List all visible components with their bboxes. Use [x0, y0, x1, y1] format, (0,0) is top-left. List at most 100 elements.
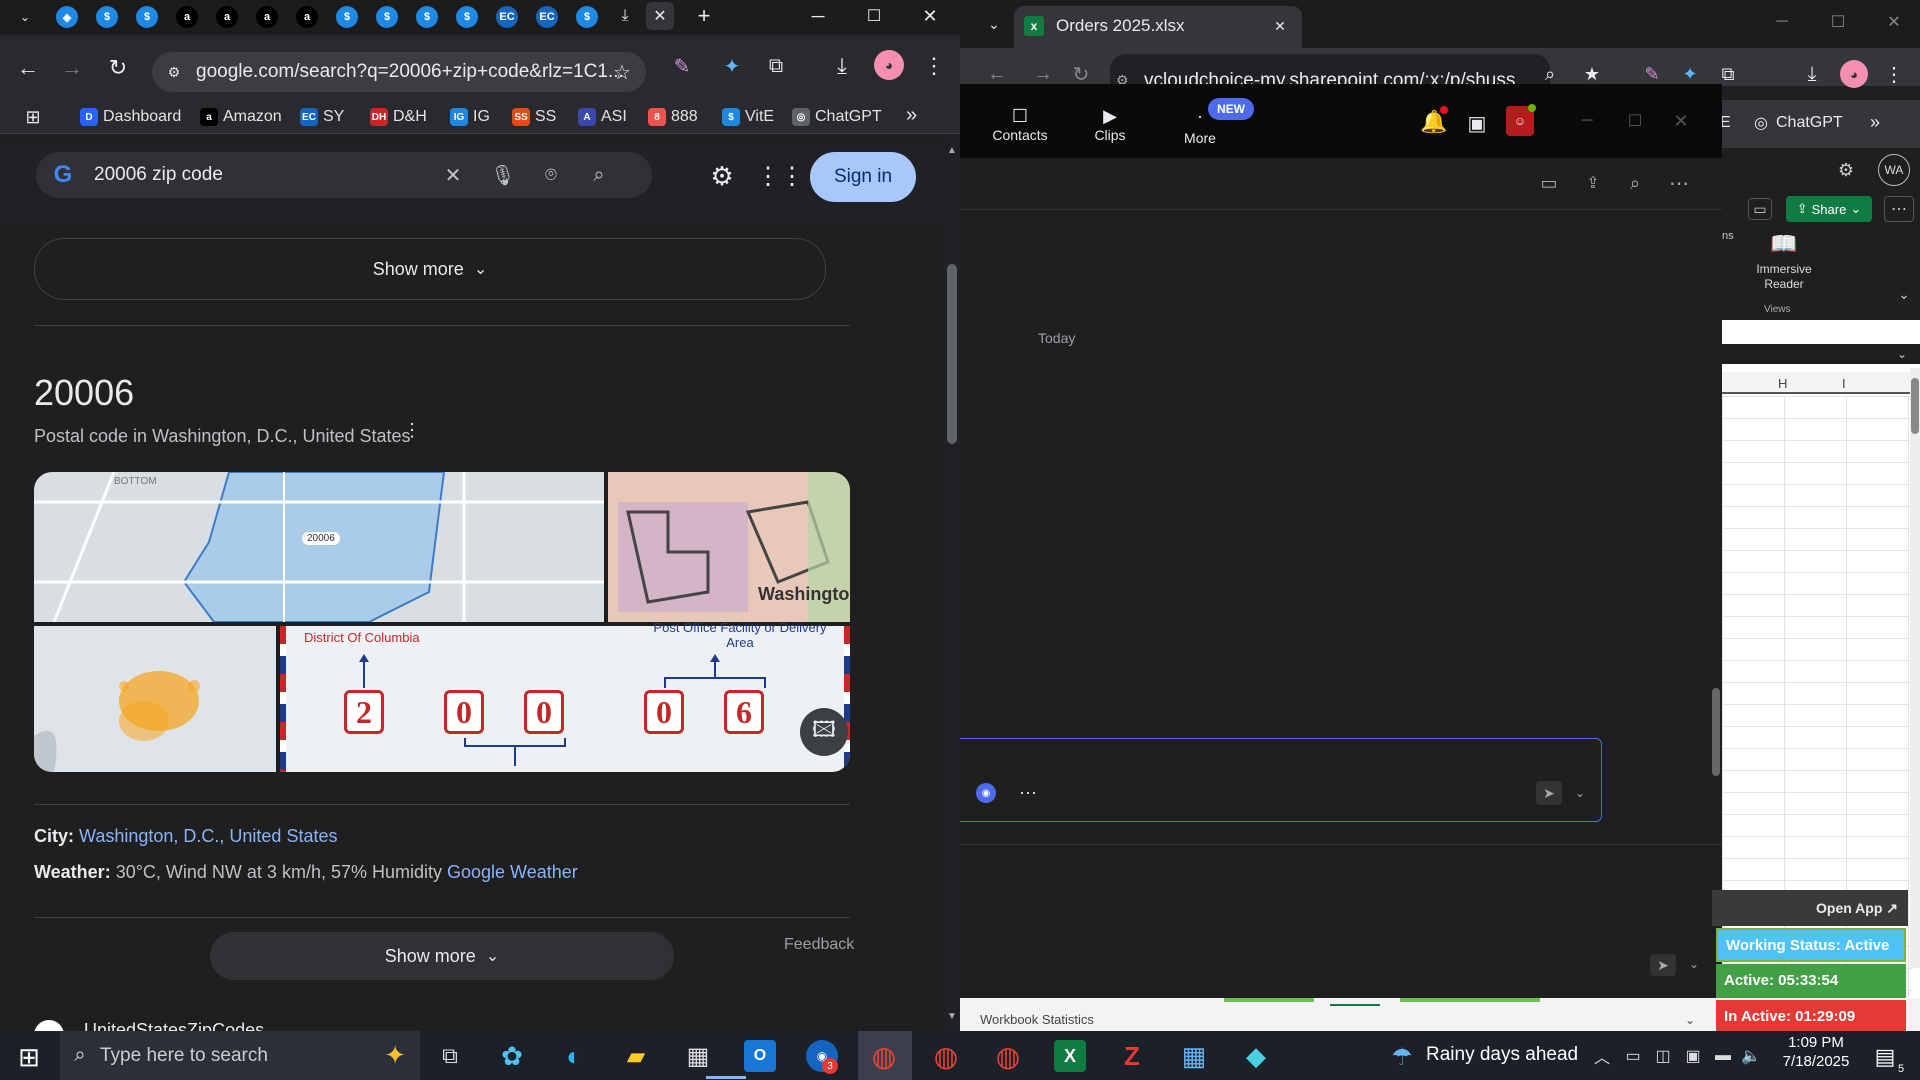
profile-avatar[interactable]: ◕: [874, 50, 904, 80]
back-icon[interactable]: ←: [14, 54, 42, 82]
map-image-3[interactable]: [34, 626, 276, 772]
reload-icon[interactable]: ↻: [1068, 64, 1094, 86]
bookmark-item[interactable]: A ASI: [578, 106, 627, 128]
chrome-icon[interactable]: ◍: [992, 1040, 1024, 1072]
immersive-reader-label[interactable]: Immersive Reader: [1748, 262, 1820, 292]
share-button[interactable]: ⇪ Share ⌄: [1786, 196, 1872, 222]
bookmark-item[interactable]: SS SS: [512, 106, 556, 128]
browser-tab[interactable]: $: [96, 6, 118, 28]
more-options-icon[interactable]: ⋮: [403, 418, 421, 442]
excel-icon[interactable]: X: [1054, 1040, 1086, 1072]
comments-icon[interactable]: ▭: [1748, 198, 1772, 220]
sign-in-button[interactable]: Sign in: [810, 152, 916, 202]
downloads-icon[interactable]: ⤓: [1800, 63, 1824, 85]
window-close-icon[interactable]: ✕: [1882, 10, 1906, 34]
more-bookmarks-icon[interactable]: »: [906, 104, 917, 127]
bookmark-item[interactable]: D Dashboard: [80, 106, 181, 128]
more-options-icon[interactable]: ⋯: [1884, 196, 1914, 222]
bookmark-star-icon[interactable]: ★: [1580, 64, 1604, 84]
bookmark-star-icon[interactable]: ☆: [610, 60, 634, 84]
feedback-link[interactable]: Feedback: [784, 936, 854, 954]
weather-rain-icon[interactable]: ☂: [1386, 1042, 1418, 1072]
apps-grid-icon[interactable]: ⊞: [22, 106, 44, 128]
weather-text[interactable]: Rainy days ahead: [1426, 1044, 1578, 1066]
network-icon[interactable]: ▣: [1682, 1046, 1704, 1066]
clear-search-icon[interactable]: ✕: [440, 162, 466, 188]
browser-tab[interactable]: a: [216, 6, 238, 28]
taskbar-app-icon[interactable]: ◆: [1240, 1040, 1272, 1072]
downloads-icon[interactable]: ⤓: [828, 52, 856, 80]
loop-icon[interactable]: ◉: [976, 783, 996, 803]
more-bookmarks-icon[interactable]: »: [1870, 112, 1880, 133]
extension-puzzle-blue-icon[interactable]: ✦: [718, 52, 746, 80]
calendar-icon[interactable]: ▣: [1464, 110, 1490, 136]
immersive-reader-icon[interactable]: 📖: [1770, 230, 1798, 258]
more-options-icon[interactable]: ⋯: [1016, 783, 1040, 803]
taskbar-search[interactable]: ⌕ Type here to search ✦: [60, 1031, 420, 1080]
address-bar[interactable]: ⚙ google.com/search?q=20006+zip+code&rlz…: [152, 52, 646, 92]
send-icon[interactable]: ➤: [1536, 781, 1562, 805]
send-icon[interactable]: ➤: [1650, 954, 1676, 976]
extensions-icon[interactable]: ⧉: [1716, 64, 1740, 84]
scroll-down-icon[interactable]: ▼: [946, 1010, 958, 1022]
chrome-icon[interactable]: ◍: [868, 1040, 900, 1072]
workbook-statistics[interactable]: Workbook Statistics: [980, 1012, 1094, 1027]
settings-gear-icon[interactable]: ⚙: [706, 160, 738, 192]
scroll-thumb[interactable]: [1911, 378, 1919, 434]
chevron-down-icon[interactable]: ⌄: [1682, 1012, 1698, 1028]
formula-bar[interactable]: ⌄: [1722, 344, 1920, 364]
image-collage[interactable]: BOTTOM 20006 Washingto District Of Colum…: [34, 472, 850, 772]
windows-start-icon[interactable]: ⊞: [14, 1042, 44, 1072]
forward-icon[interactable]: →: [1030, 63, 1056, 85]
extension-feather-icon[interactable]: ✎: [1640, 64, 1664, 84]
column-i[interactable]: I: [1842, 376, 1846, 391]
bookmark-item[interactable]: IG IG: [450, 106, 490, 128]
maximize-icon[interactable]: ☐: [1624, 110, 1646, 132]
scroll-up-icon[interactable]: ▲: [946, 144, 958, 156]
filezilla-icon[interactable]: Z: [1116, 1040, 1148, 1072]
open-app-link[interactable]: Open App ↗: [1816, 900, 1898, 917]
profile-avatar[interactable]: ◕: [1840, 60, 1868, 88]
next-result-title[interactable]: UnitedStatesZipCodes: [84, 1020, 264, 1031]
show-more-bottom-button[interactable]: Show more ⌄: [210, 932, 674, 980]
file-explorer-icon[interactable]: ▰: [620, 1040, 652, 1072]
extension-puzzle-blue-icon[interactable]: ✦: [1678, 64, 1702, 84]
image-gallery-icon[interactable]: 🖾: [800, 708, 848, 756]
more-options-icon[interactable]: ⋯: [1666, 172, 1692, 195]
bookmark-item[interactable]: a Amazon: [200, 106, 282, 128]
zoom-icon[interactable]: ⌕: [1538, 64, 1562, 84]
edge-icon[interactable]: ◐: [558, 1040, 590, 1072]
extension-feather-icon[interactable]: ✎: [668, 52, 696, 80]
bookmark-item[interactable]: ◎ ChatGPT: [792, 106, 882, 128]
ribbon-collapse-icon[interactable]: ⌄: [1896, 286, 1912, 302]
search-icon[interactable]: ⌕: [586, 162, 612, 188]
extensions-icon[interactable]: ⧉: [762, 52, 790, 80]
bookmark-item[interactable]: $ VitE: [722, 106, 774, 128]
chevron-down-icon[interactable]: ⌄: [1684, 954, 1704, 974]
clock[interactable]: 1:09 PM 7/18/2025: [1768, 1034, 1864, 1078]
minimize-icon[interactable]: ─: [806, 4, 830, 28]
bookmark-item[interactable]: 8 888: [648, 106, 698, 128]
browser-tab[interactable]: EC: [496, 6, 518, 28]
city-link[interactable]: Washington, D.C., United States: [79, 826, 337, 846]
search-highlights-icon[interactable]: ✦: [384, 1040, 406, 1071]
compose-box[interactable]: ◉ ⋯ ➤ ⌄: [960, 738, 1602, 822]
lens-search-icon[interactable]: ⌾: [538, 162, 564, 188]
menu-kebab-icon[interactable]: ⋮: [1882, 64, 1906, 86]
outlook-icon[interactable]: O: [744, 1040, 776, 1072]
tab-search-chevron-icon[interactable]: ⌄: [14, 6, 36, 28]
nav-clips[interactable]: ▶ Clips: [1070, 106, 1150, 154]
google-apps-icon[interactable]: ⋮⋮: [756, 160, 804, 192]
browser-tab[interactable]: $: [336, 6, 358, 28]
back-icon[interactable]: ←: [984, 63, 1010, 85]
show-more-top-button[interactable]: Show more ⌄: [34, 238, 826, 300]
browser-tab[interactable]: $: [416, 6, 438, 28]
google-logo-icon[interactable]: G: [50, 161, 76, 188]
excel-scrollbar[interactable]: [1910, 368, 1920, 968]
close-tab-icon[interactable]: ✕: [1270, 16, 1290, 36]
new-tab-icon[interactable]: +: [692, 3, 716, 28]
formula-expand-icon[interactable]: ⌄: [1894, 346, 1910, 362]
settings-gear-icon[interactable]: ⚙: [1834, 158, 1858, 182]
download-tab-icon[interactable]: ⤓: [616, 4, 634, 28]
window-close-icon[interactable]: ✕: [918, 4, 942, 28]
